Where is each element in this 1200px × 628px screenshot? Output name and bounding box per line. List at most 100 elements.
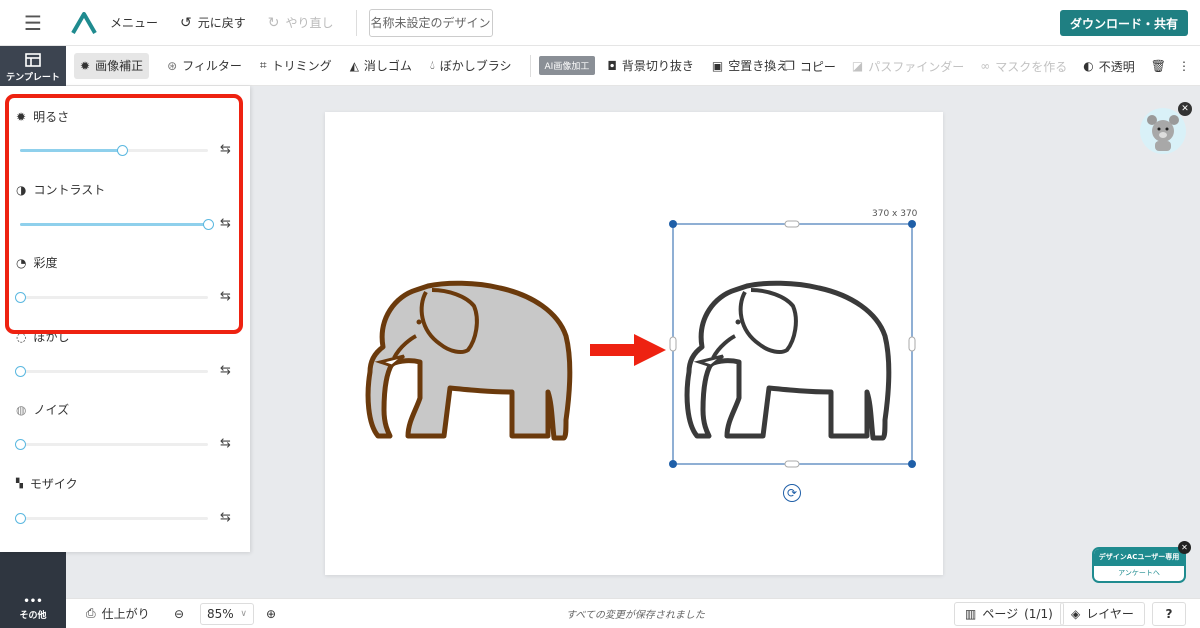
finish-label: 仕上がり [101, 607, 150, 621]
rail-more-label: その他 [19, 611, 47, 621]
bottom-bar: ⎙ 仕上がり ⊖ 85% ∨ ⊕ すべての変更が保存されました ▥ ページ (1… [66, 598, 1200, 628]
promo-close-icon[interactable]: ✕ [1178, 541, 1191, 554]
tool-label: 不透明 [1098, 59, 1135, 74]
opacity-icon: ◐ [1083, 59, 1094, 73]
noise-slider[interactable] [15, 439, 208, 450]
document-name: 名称未設定のデザイン [370, 16, 491, 30]
zoom-out-button[interactable]: ⊖ [174, 607, 184, 621]
crop-icon: ⌗ [259, 58, 267, 72]
adjust-label: ノイズ [33, 403, 70, 417]
layers-icon: ◈ [1071, 606, 1081, 621]
layers-button[interactable]: ◈ レイヤー [1060, 601, 1145, 626]
pathfinder-icon: ◪ [851, 59, 864, 73]
design-canvas[interactable] [325, 112, 943, 575]
zoom-in-button[interactable]: ⊕ [266, 607, 276, 621]
top-bar: ☰ メニュー ↺ 元に戻す ↻ やり直し 名称未設定のデザイン ダウンロード・共… [0, 0, 1200, 46]
tool-background-remove[interactable]: ◘ 背景切り抜き [607, 53, 694, 79]
copy-button[interactable]: ❐ コピー [784, 53, 836, 79]
survey-promo[interactable]: デザインACユーザー専用 アンケートへ [1092, 547, 1186, 583]
finish-preview-button[interactable]: ⎙ 仕上がり [86, 605, 150, 622]
tool-filter[interactable]: ⊛ フィルター [167, 53, 242, 79]
tool-label: 空置き換え [728, 59, 789, 73]
logo-icon [71, 11, 97, 34]
highlight-box [5, 94, 243, 334]
slider-knob[interactable] [15, 366, 26, 377]
document-name-field[interactable]: 名称未設定のデザイン [368, 8, 493, 37]
slider-knob[interactable] [15, 439, 26, 450]
redo-label: やり直し [285, 16, 334, 30]
trash-icon: 🗑︎ [1150, 59, 1166, 73]
opacity-button[interactable]: ◐ 不透明 [1083, 53, 1135, 79]
tool-image-adjust[interactable]: ✹ 画像補正 [74, 52, 150, 79]
blur-slider[interactable] [15, 366, 208, 377]
slider-knob[interactable] [15, 513, 26, 524]
promo-link[interactable]: アンケートへ [1094, 566, 1184, 581]
redo-icon: ↻ [267, 14, 280, 31]
undo-icon: ↺ [180, 14, 192, 31]
pathfinder-button[interactable]: ◪ パスファインダー [852, 53, 964, 79]
reset-icon[interactable]: ⇆ [220, 436, 231, 451]
mask-icon: ∞ [980, 59, 991, 73]
eraser-icon: ◭ [349, 58, 359, 73]
undo-label: 元に戻す [197, 16, 246, 30]
image-toolbar: ✹ 画像補正 ⊛ フィルター ⌗ トリミング ◭ 消しゴム 💧︎ ぼかしブラシ … [66, 46, 1200, 86]
adjust-label: モザイク [29, 477, 78, 491]
mosaic-label: ▚ モザイク [16, 475, 78, 492]
tool-blur-brush[interactable]: 💧︎ ぼかしブラシ [430, 53, 512, 79]
tool-label: マスクを作る [995, 59, 1068, 74]
divider [529, 54, 531, 77]
mascot-close-icon[interactable]: ✕ [1178, 102, 1192, 116]
template-icon [25, 53, 41, 67]
tool-eraser[interactable]: ◭ 消しゴム [350, 53, 412, 79]
book-icon: ▥ [965, 606, 977, 621]
hamburger-menu-icon[interactable]: ☰ [0, 0, 66, 46]
layers-label: レイヤー [1086, 607, 1134, 621]
redo-button[interactable]: ↻ やり直し [268, 14, 334, 31]
rotate-handle-icon[interactable]: ⟳ [783, 484, 801, 502]
delete-button[interactable]: 🗑︎ [1151, 53, 1166, 79]
reset-icon[interactable]: ⇆ [220, 510, 231, 525]
tool-label: 背景切り抜き [621, 59, 694, 73]
tool-label: パスファインダー [868, 59, 965, 74]
tool-label: ぼかしブラシ [439, 59, 512, 73]
app-logo[interactable] [66, 0, 102, 46]
filter-icon: ⊛ [167, 58, 178, 73]
more-options-button[interactable]: ⋮ [1178, 53, 1190, 79]
mask-button[interactable]: ∞ マスクを作る [980, 53, 1067, 79]
mascot-bear-icon [1140, 108, 1186, 154]
tool-crop[interactable]: ⌗ トリミング [260, 53, 332, 79]
mosaic-icon: ▚ [16, 478, 23, 489]
reset-icon[interactable]: ⇆ [220, 363, 231, 378]
vertical-dots-icon: ⋮ [1178, 59, 1190, 73]
rail-item-more[interactable]: ••• その他 [0, 597, 66, 626]
tool-label: トリミング [271, 59, 332, 73]
pages-button[interactable]: ▥ ページ (1/1) [954, 601, 1064, 626]
ai-badge: AI画像加工 [538, 56, 596, 75]
noise-icon: ◍ [16, 402, 27, 417]
sun-adjust-icon: ✹ [80, 58, 91, 73]
tool-sky-replace[interactable]: ▣ 空置き換え [712, 53, 788, 79]
tool-label: フィルター [182, 59, 242, 73]
tool-label: 消しゴム [363, 59, 412, 73]
zoom-select[interactable]: 85% ∨ [200, 602, 254, 625]
menu-label: メニュー [110, 16, 159, 30]
zoom-out-icon: ⊖ [174, 606, 185, 621]
pages-label: ページ [982, 607, 1019, 621]
sky-replace-icon: ▣ [711, 58, 724, 73]
undo-button[interactable]: ↺ 元に戻す [180, 14, 246, 31]
copy-icon: ❐ [784, 59, 795, 73]
chevron-down-icon: ∨ [240, 608, 247, 619]
menu-button[interactable]: メニュー [110, 14, 158, 31]
rail-item-templates[interactable]: テンプレート [0, 46, 66, 88]
help-button[interactable]: ? [1152, 601, 1186, 626]
blur-drop-icon: 💧︎ [429, 58, 435, 72]
selection-size-label: 370 x 370 [872, 209, 918, 219]
tool-label: 画像補正 [95, 59, 144, 73]
divider [355, 9, 357, 36]
zoom-value: 85% [207, 606, 234, 621]
download-share-button[interactable]: ダウンロード・共有 [1059, 10, 1188, 36]
mosaic-slider[interactable] [15, 513, 208, 524]
save-status: すべての変更が保存されました [566, 610, 705, 621]
page-count: (1/1) [1024, 606, 1053, 621]
tool-label: コピー [799, 59, 836, 74]
